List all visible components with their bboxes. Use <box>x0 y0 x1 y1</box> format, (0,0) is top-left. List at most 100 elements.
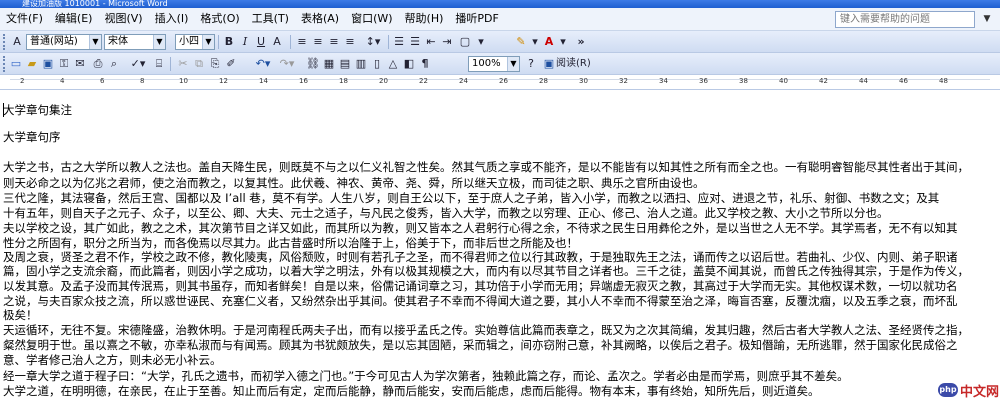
doc-line: 天运循环，无往不复。宋德隆盛，治教休明。于是河南程氏两夫子出，而有以接乎孟氏之传… <box>3 323 969 337</box>
menu-edit[interactable]: 编辑(E) <box>49 10 99 28</box>
menu-insert[interactable]: 插入(I) <box>149 10 195 28</box>
ruler-number: 44 <box>859 77 868 85</box>
horizontal-ruler[interactable]: 2 4 6 8 10 12 14 16 18 20 22 24 26 28 30… <box>0 76 1000 90</box>
insert-table-icon[interactable]: ▤ <box>338 56 352 72</box>
align-right-icon[interactable]: ≡ <box>327 34 341 50</box>
doc-line: 大学之道，在明明德，在亲民，在止于至善。知止而后有定，定而后能静，静而后能安，安… <box>3 384 820 398</box>
doc-subtitle: 大学章句序 <box>3 130 61 144</box>
doc-line: 三代之隆，其法寝备，然后王宫、国都以及 I’all 巷，莫不有学。人生八岁，则自… <box>3 191 940 205</box>
doc-line: 经一章大学之道于程子曰：“大学，孔氏之遗书，而初学入德之门也。”于今可见古人为学… <box>3 369 849 383</box>
chevron-down-icon[interactable]: ▼ <box>507 57 519 71</box>
columns-icon[interactable]: ▯ <box>370 56 384 72</box>
help-search-input[interactable]: 键入需要帮助的问题 <box>835 11 975 28</box>
menu-tools[interactable]: 工具(T) <box>246 10 295 28</box>
help-dropdown-icon[interactable]: ▼ <box>979 11 995 28</box>
menu-table[interactable]: 表格(A) <box>295 10 345 28</box>
window-title: 建设加油版 1010001 - Microsoft Word <box>0 0 1000 8</box>
ruler-number: 14 <box>259 77 268 85</box>
ruler-number: 24 <box>459 77 468 85</box>
menu-file[interactable]: 文件(F) <box>0 10 49 28</box>
spelling-icon[interactable]: ✓▾ <box>127 56 149 72</box>
ruler-number: 8 <box>140 77 145 85</box>
chevron-down-icon[interactable]: ▼ <box>153 35 165 49</box>
style-value: 普通(网站) <box>30 36 78 47</box>
ruler-number: 20 <box>379 77 388 85</box>
help-icon[interactable]: ? <box>524 56 538 72</box>
ruler-number: 18 <box>339 77 348 85</box>
tables-borders-icon[interactable]: ▦ <box>322 56 336 72</box>
read-button[interactable]: 阅读(R) <box>556 56 596 72</box>
ruler-number: 42 <box>819 77 828 85</box>
print-preview-icon[interactable]: ⌕ <box>107 56 121 72</box>
menu-help[interactable]: 帮助(H) <box>399 10 450 28</box>
drawing-icon[interactable]: △ <box>386 56 400 72</box>
decrease-indent-icon[interactable]: ⇤ <box>424 34 438 50</box>
size-select[interactable]: 小四 ▼ <box>175 34 215 50</box>
italic-button[interactable]: I <box>238 34 252 50</box>
line-spacing-icon[interactable]: ↕▾ <box>362 34 384 50</box>
undo-icon[interactable]: ↶▾ <box>252 56 274 72</box>
formatting-toolbar: A 普通(网站) ▼ 宋体 ▼ 小四 ▼ B I U A ≡ ≡ ≡ ≡ ↕▾ … <box>0 31 1000 53</box>
paste-icon[interactable]: ⎘ <box>208 56 222 72</box>
toolbar-separator <box>170 57 171 71</box>
menu-format[interactable]: 格式(O) <box>194 10 245 28</box>
bullets-icon[interactable]: ☰ <box>408 34 422 50</box>
chevron-down-icon[interactable]: ▼ <box>202 35 214 49</box>
toolbar-separator <box>388 35 389 49</box>
permission-icon[interactable]: ⚿ <box>57 56 71 72</box>
document-map-icon[interactable]: ◧ <box>402 56 416 72</box>
toolbar-grip[interactable] <box>3 34 7 50</box>
font-value: 宋体 <box>108 36 128 47</box>
ruler-number: 12 <box>219 77 228 85</box>
read-icon[interactable]: ▣ <box>542 56 556 72</box>
numbering-icon[interactable]: ☰ <box>392 34 406 50</box>
ruler-number: 16 <box>299 77 308 85</box>
zoom-select[interactable]: 100% ▼ <box>468 56 520 72</box>
chevron-down-icon[interactable]: ▼ <box>89 35 101 49</box>
font-select[interactable]: 宋体 ▼ <box>104 34 166 50</box>
ruler-number: 4 <box>60 77 65 85</box>
doc-line: 篇，固小学之支流余裔，而此篇者，则因小学之成功，以着大学之明法，外有以极其规模之… <box>3 264 969 278</box>
chevron-down-icon[interactable]: ▾ <box>530 34 540 50</box>
bold-button[interactable]: B <box>222 34 236 50</box>
ruler-number: 38 <box>739 77 748 85</box>
toolbar-grip[interactable] <box>3 56 7 72</box>
research-icon[interactable]: ⌸ <box>152 56 166 72</box>
style-select[interactable]: 普通(网站) ▼ <box>26 34 102 50</box>
justify-icon[interactable]: ≡ <box>343 34 357 50</box>
show-hide-icon[interactable]: ¶ <box>418 56 432 72</box>
align-center-icon[interactable]: ≡ <box>311 34 325 50</box>
mail-icon[interactable]: ✉ <box>73 56 87 72</box>
highlight-icon[interactable]: ✎ <box>514 34 528 50</box>
ruler-number: 28 <box>539 77 548 85</box>
align-left-icon[interactable]: ≡ <box>295 34 309 50</box>
menu-window[interactable]: 窗口(W) <box>345 10 398 28</box>
open-folder-icon[interactable]: ▰ <box>25 56 39 72</box>
outside-border-icon[interactable]: ▢ <box>458 34 472 50</box>
menu-view[interactable]: 视图(V) <box>98 10 148 28</box>
ruler-number: 6 <box>100 77 105 85</box>
cut-icon[interactable]: ✂ <box>176 56 190 72</box>
print-icon[interactable]: ⎙ <box>91 56 105 72</box>
menu-pdf[interactable]: 播听PDF <box>449 10 504 28</box>
font-color-icon[interactable]: A <box>542 34 556 50</box>
ruler-number: 40 <box>779 77 788 85</box>
ruler-number: 46 <box>899 77 908 85</box>
doc-line: 意、学者修己治人之方，则未必无小补云。 <box>3 353 222 367</box>
border-dropdown-icon[interactable]: ▾ <box>474 34 488 50</box>
styles-pane-icon[interactable]: A <box>10 34 24 50</box>
save-icon[interactable]: ▣ <box>41 56 55 72</box>
copy-icon[interactable]: ⧉ <box>192 56 206 72</box>
toolbar-options-icon[interactable]: » <box>574 34 588 50</box>
redo-icon[interactable]: ↷▾ <box>276 56 298 72</box>
format-painter-icon[interactable]: ✐ <box>224 56 238 72</box>
insert-excel-icon[interactable]: ▥ <box>354 56 368 72</box>
underline-button[interactable]: U <box>254 34 268 50</box>
new-document-icon[interactable]: ▭ <box>9 56 23 72</box>
char-border-button[interactable]: A <box>270 34 284 50</box>
increase-indent-icon[interactable]: ⇥ <box>440 34 454 50</box>
chevron-down-icon[interactable]: ▾ <box>558 34 568 50</box>
ruler-number: 26 <box>499 77 508 85</box>
hyperlink-icon[interactable]: ⛓ <box>306 56 320 72</box>
ruler-number: 48 <box>939 77 948 85</box>
